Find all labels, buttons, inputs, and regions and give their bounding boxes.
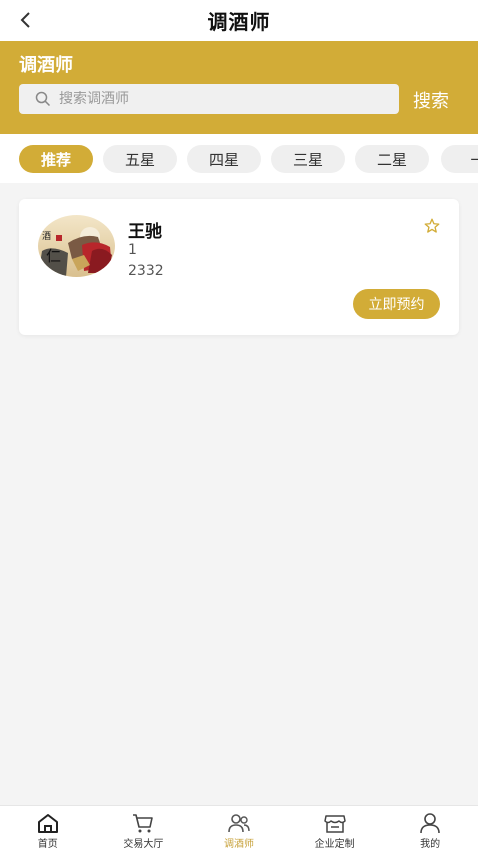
store-icon	[323, 815, 346, 833]
star-outline-icon	[424, 218, 440, 233]
bartender-card[interactable]: 酒 仁 王驰 1 2332 立即预约	[19, 199, 459, 335]
tab-mine[interactable]: 我的	[382, 806, 478, 850]
tab-trading-hall[interactable]: 交易大厅	[96, 806, 192, 850]
search-button[interactable]: 搜索	[413, 87, 449, 113]
top-nav-bar: 调酒师	[0, 0, 478, 41]
page-title: 调酒师	[207, 10, 271, 34]
back-button[interactable]	[14, 8, 38, 32]
cart-icon	[133, 814, 154, 833]
bartender-count: 2332	[128, 263, 164, 279]
filter-chip-four-star[interactable]: 四星	[187, 145, 261, 173]
tab-enterprise-custom[interactable]: 企业定制	[287, 806, 383, 850]
book-now-button[interactable]: 立即预约	[353, 289, 440, 319]
bottom-tab-bar: 首页 交易大厅 调酒师 企业定制 我的	[0, 805, 478, 850]
filter-chip-three-star[interactable]: 三星	[271, 145, 345, 173]
search-icon	[35, 91, 51, 107]
chevron-left-icon	[20, 12, 30, 28]
bartender-avatar[interactable]: 酒 仁	[38, 215, 115, 277]
avatar-image: 酒 仁	[38, 215, 115, 277]
filter-chip-two-star[interactable]: 二星	[355, 145, 429, 173]
search-input[interactable]	[59, 91, 359, 107]
tab-label: 我的	[420, 839, 441, 850]
banner-title: 调酒师	[19, 55, 73, 76]
tab-home[interactable]: 首页	[0, 806, 96, 850]
tab-label: 首页	[37, 839, 58, 850]
user-icon	[420, 813, 440, 834]
tab-label: 交易大厅	[123, 839, 164, 850]
filter-chip-five-star[interactable]: 五星	[103, 145, 177, 173]
users-icon	[228, 814, 250, 833]
bartender-level: 1	[128, 242, 137, 258]
tab-label: 调酒师	[223, 839, 254, 850]
favorite-button[interactable]	[423, 217, 441, 235]
tab-label: 企业定制	[314, 839, 355, 850]
tab-bartender[interactable]: 调酒师	[191, 806, 287, 850]
home-icon	[37, 814, 58, 833]
bartender-name: 王驰	[128, 222, 162, 242]
svg-text:酒: 酒	[42, 231, 51, 242]
search-banner: 调酒师 搜索	[0, 41, 478, 134]
search-box	[19, 84, 399, 114]
filter-bar: 推荐 五星 四星 三星 二星 一	[0, 134, 478, 183]
filter-chip-recommended[interactable]: 推荐	[19, 145, 93, 173]
filter-chip-one-star[interactable]: 一	[441, 145, 478, 173]
svg-text:仁: 仁	[46, 247, 61, 265]
